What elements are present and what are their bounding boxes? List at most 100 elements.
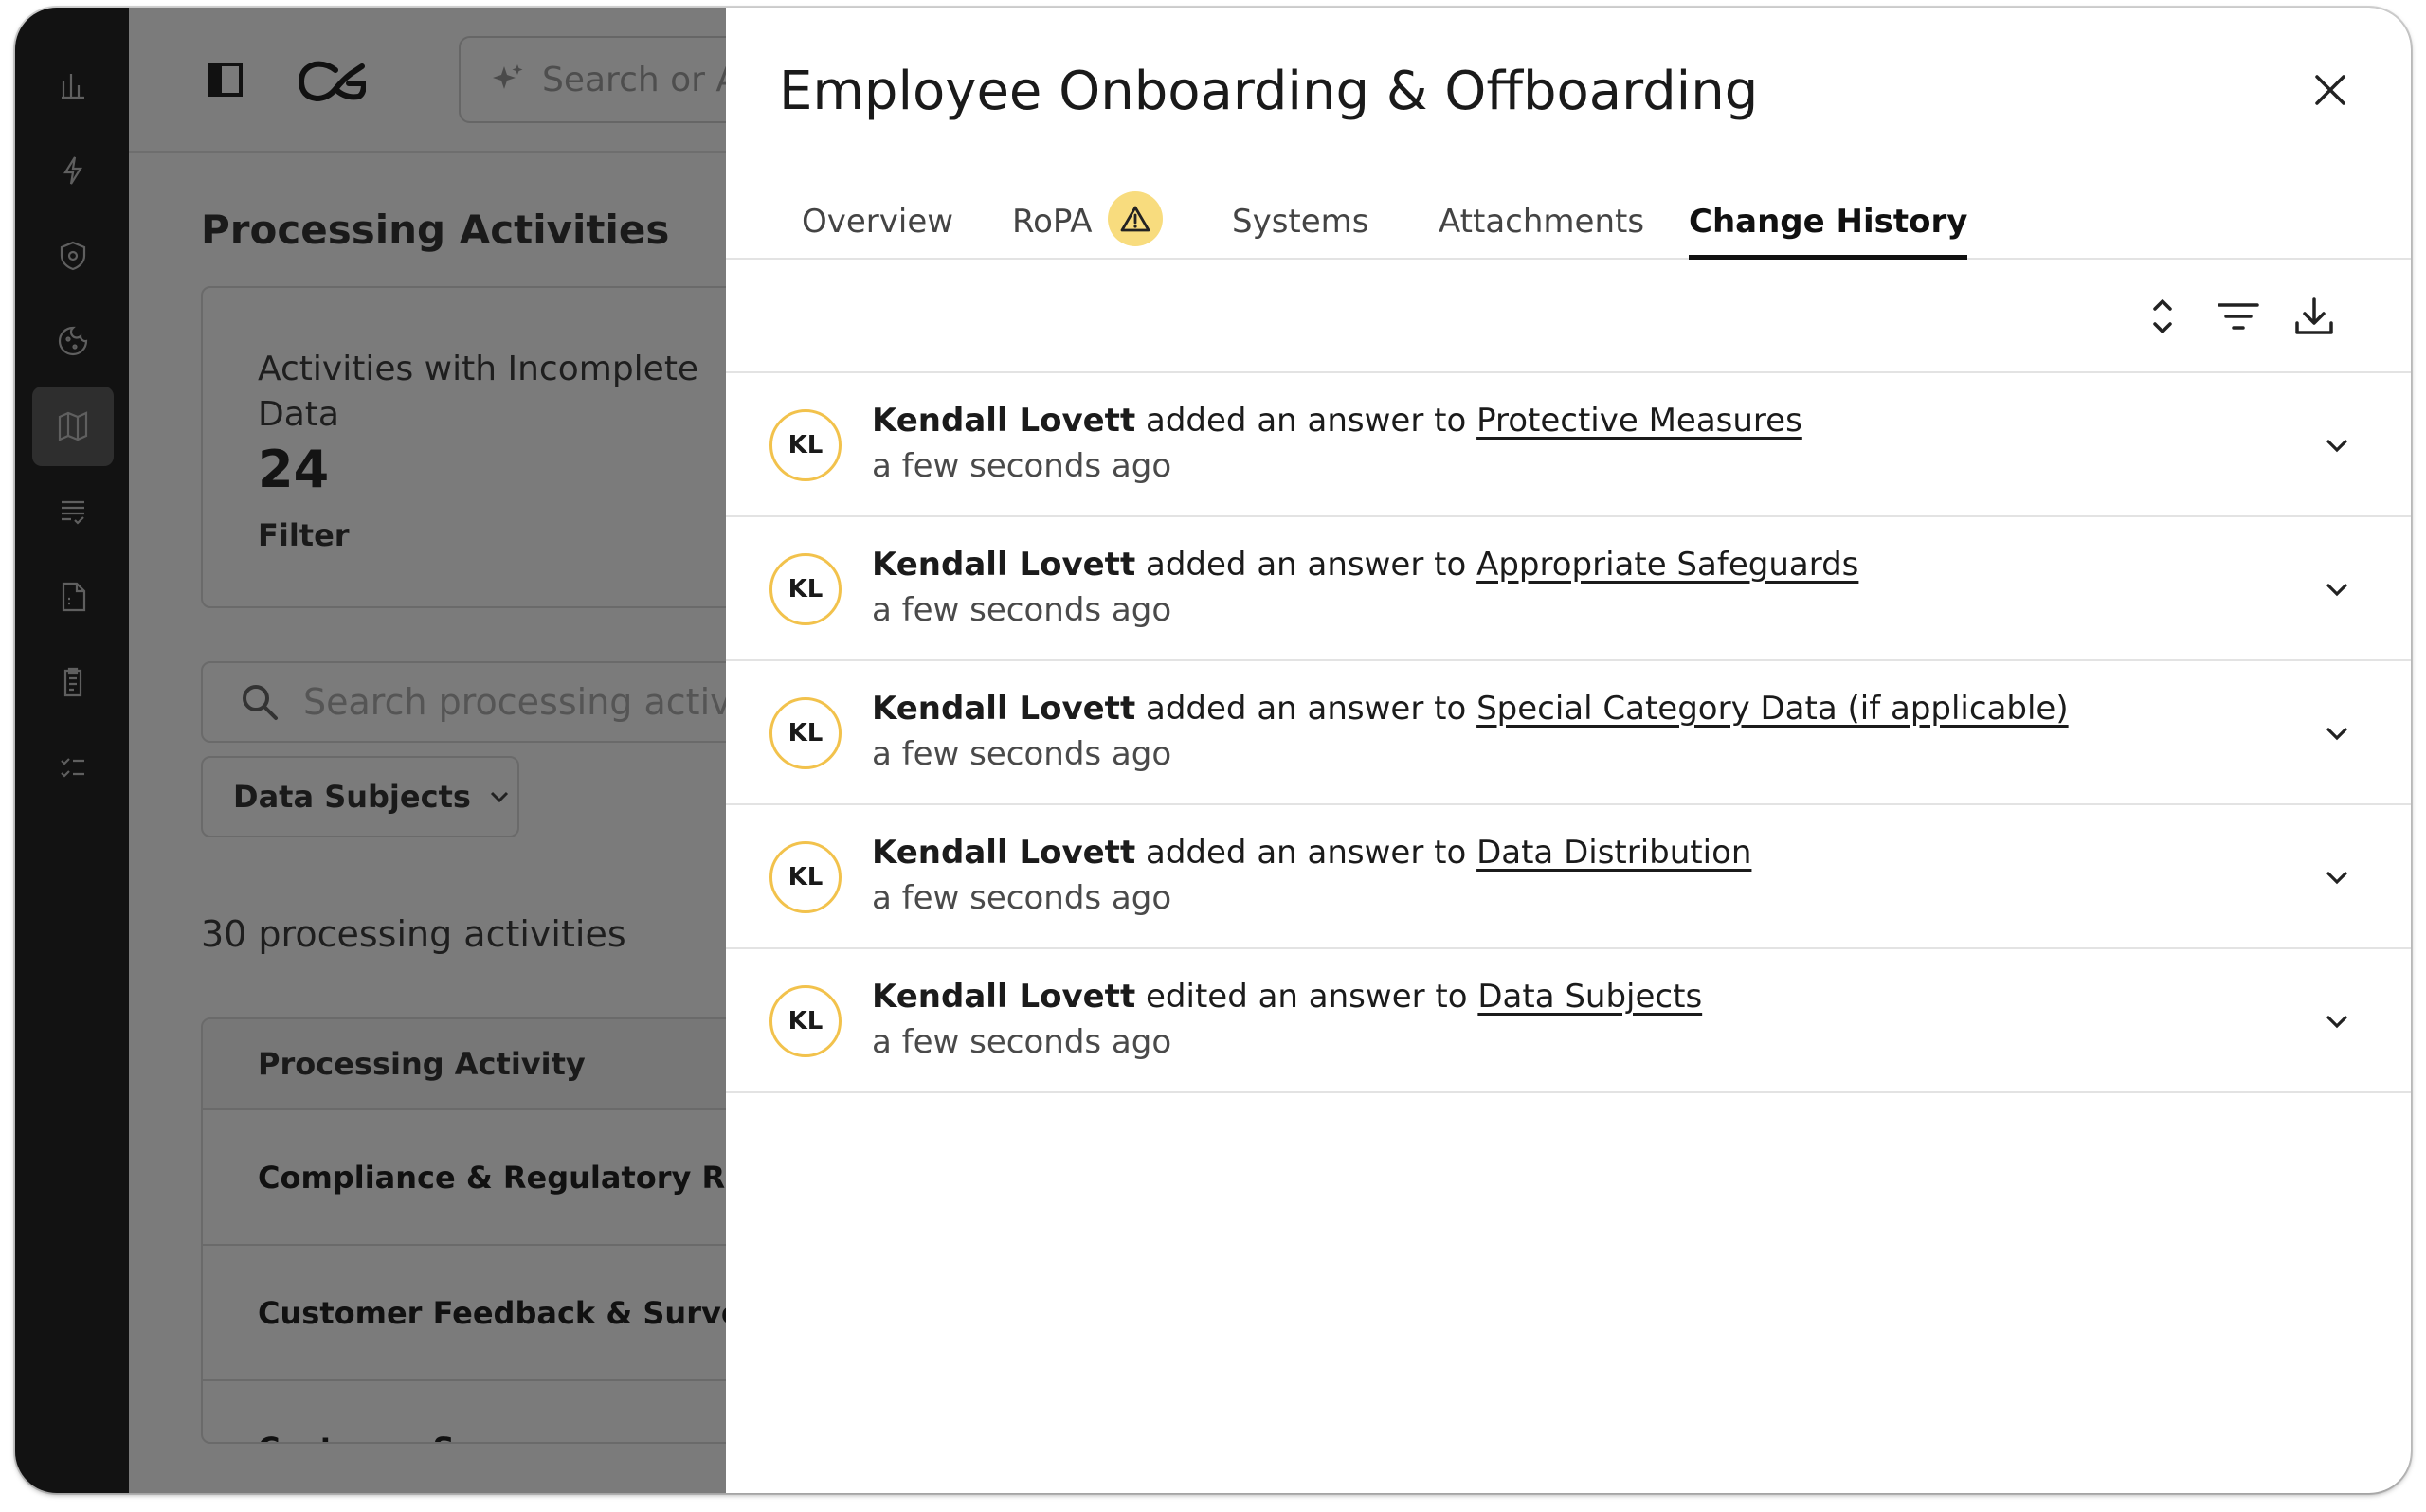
tab-change-history[interactable]: Change History [1689,184,1968,260]
entry-action: added an answer to [1146,690,1467,728]
table-row[interactable]: Compliance & Regulatory Repo [203,1110,806,1246]
tab-ropa[interactable]: RoPA [1012,184,1163,260]
sidebar [15,8,129,1493]
tab-ropa-label: RoPA [1012,203,1093,241]
warning-badge [1107,191,1163,246]
sidebar-item-documents[interactable] [32,557,114,637]
sidebar-item-assessments[interactable] [32,642,114,722]
cookie-icon [58,326,88,356]
filter-icon [2218,303,2259,330]
chevron-down-icon [490,791,508,803]
history-entry: KL Kendall Lovett edited an answer to Da… [726,949,2411,1093]
activity-drawer: Employee Onboarding & Offboarding Overvi… [726,8,2411,1493]
entry-user: Kendall Lovett [872,978,1136,1016]
close-icon [2315,75,2345,105]
search-icon [243,685,278,720]
download-icon [2295,297,2333,334]
filter-button[interactable] [2214,292,2263,341]
sidebar-item-data-map[interactable] [32,387,114,466]
sidebar-toggle-icon[interactable] [207,61,244,99]
stat-filter-link[interactable]: Filter [258,517,350,553]
clipboard-icon [63,667,82,697]
checklist-icon [61,758,84,778]
sidebar-item-tasks[interactable] [32,728,114,807]
expand-entry-button[interactable] [2314,711,2360,756]
history-entry: KL Kendall Lovett added an answer to App… [726,517,2411,661]
ai-search-placeholder: Search or A [542,60,740,99]
stat-card-incomplete[interactable]: Activities with Incomplete Data 24 Filte… [201,286,807,608]
page-title: Processing Activities [201,207,670,253]
table-row[interactable]: Customer S [203,1381,806,1443]
avatar: KL [769,409,842,481]
avatar: KL [769,985,842,1057]
entry-action: edited an answer to [1146,978,1468,1016]
lightning-icon [63,156,82,185]
entry-user: Kendall Lovett [872,546,1136,584]
chevron-down-icon [2326,440,2347,453]
app-window: Search or A Processing Activities Activi… [15,8,2411,1493]
tab-attachments[interactable]: Attachments [1439,184,1644,260]
entry-time: a few seconds ago [872,1023,1172,1061]
data-subjects-filter-button[interactable]: Data Subjects [201,756,519,837]
entry-time: a few seconds ago [872,879,1172,917]
entry-action: added an answer to [1146,834,1467,872]
download-button[interactable] [2290,292,2339,341]
chevron-down-icon [2326,728,2347,741]
logo-icon [298,61,366,102]
sidebar-item-automations[interactable] [32,131,114,210]
entry-action: added an answer to [1146,546,1467,584]
search-input[interactable]: Search processing activiti [201,661,807,743]
shield-icon [60,241,86,271]
entry-target-link[interactable]: Protective Measures [1476,402,1802,440]
table-header[interactable]: Processing Activity [203,1019,806,1110]
entry-target-link[interactable]: Special Category Data (if applicable) [1476,690,2069,728]
entry-time: a few seconds ago [872,447,1172,485]
entry-user: Kendall Lovett [872,834,1136,872]
sidebar-item-cookies[interactable] [32,301,114,381]
expand-entry-button[interactable] [2314,423,2360,468]
history-entry: KL Kendall Lovett added an answer to Dat… [726,805,2411,949]
entry-target-link[interactable]: Appropriate Safeguards [1476,546,1858,584]
chevron-down-icon [2326,584,2347,597]
drawer-title: Employee Onboarding & Offboarding [779,61,1759,122]
expand-collapse-button[interactable] [2138,292,2187,341]
warning-icon [1120,206,1150,232]
sparkle-icon [493,64,523,89]
expand-entry-button[interactable] [2314,567,2360,612]
list-check-icon [62,500,84,525]
entry-target-link[interactable]: Data Distribution [1476,834,1751,872]
entry-summary: Kendall Lovett added an answer to Approp… [872,546,1858,584]
expand-entry-button[interactable] [2314,855,2360,900]
change-history-list: KL Kendall Lovett added an answer to Pro… [726,373,2411,1093]
document-icon [62,582,86,612]
sidebar-item-privacy[interactable] [32,216,114,296]
tab-change-history-label: Change History [1689,203,1968,241]
stat-value: 24 [258,440,330,499]
entry-summary: Kendall Lovett edited an answer to Data … [872,978,1702,1016]
avatar: KL [769,697,842,769]
history-entry: KL Kendall Lovett added an answer to Spe… [726,661,2411,805]
entry-action: added an answer to [1146,402,1467,440]
tab-systems[interactable]: Systems [1232,184,1369,260]
history-toolbar [726,261,2411,373]
chevron-down-icon [2326,1016,2347,1029]
avatar: KL [769,553,842,625]
table-row[interactable]: Customer Feedback & Surveys [203,1246,806,1381]
expand-entry-button[interactable] [2314,999,2360,1044]
chevron-down-icon [2326,872,2347,885]
drawer-tabs: Overview RoPA Systems Attachments Change… [726,184,2411,260]
tab-overview-label: Overview [802,203,954,241]
entry-summary: Kendall Lovett added an answer to Specia… [872,690,2069,728]
sidebar-item-records[interactable] [32,472,114,551]
close-button[interactable] [2307,66,2354,114]
tab-systems-label: Systems [1232,203,1369,241]
map-icon [58,411,88,441]
tab-attachments-label: Attachments [1439,203,1645,241]
entry-target-link[interactable]: Data Subjects [1477,978,1702,1016]
history-entry: KL Kendall Lovett added an answer to Pro… [726,373,2411,517]
tab-overview[interactable]: Overview [802,184,953,260]
sidebar-item-dashboard[interactable] [32,45,114,125]
search-placeholder: Search processing activiti [303,681,766,723]
expand-collapse-icon [2153,299,2172,333]
bar-chart-icon [62,74,84,99]
